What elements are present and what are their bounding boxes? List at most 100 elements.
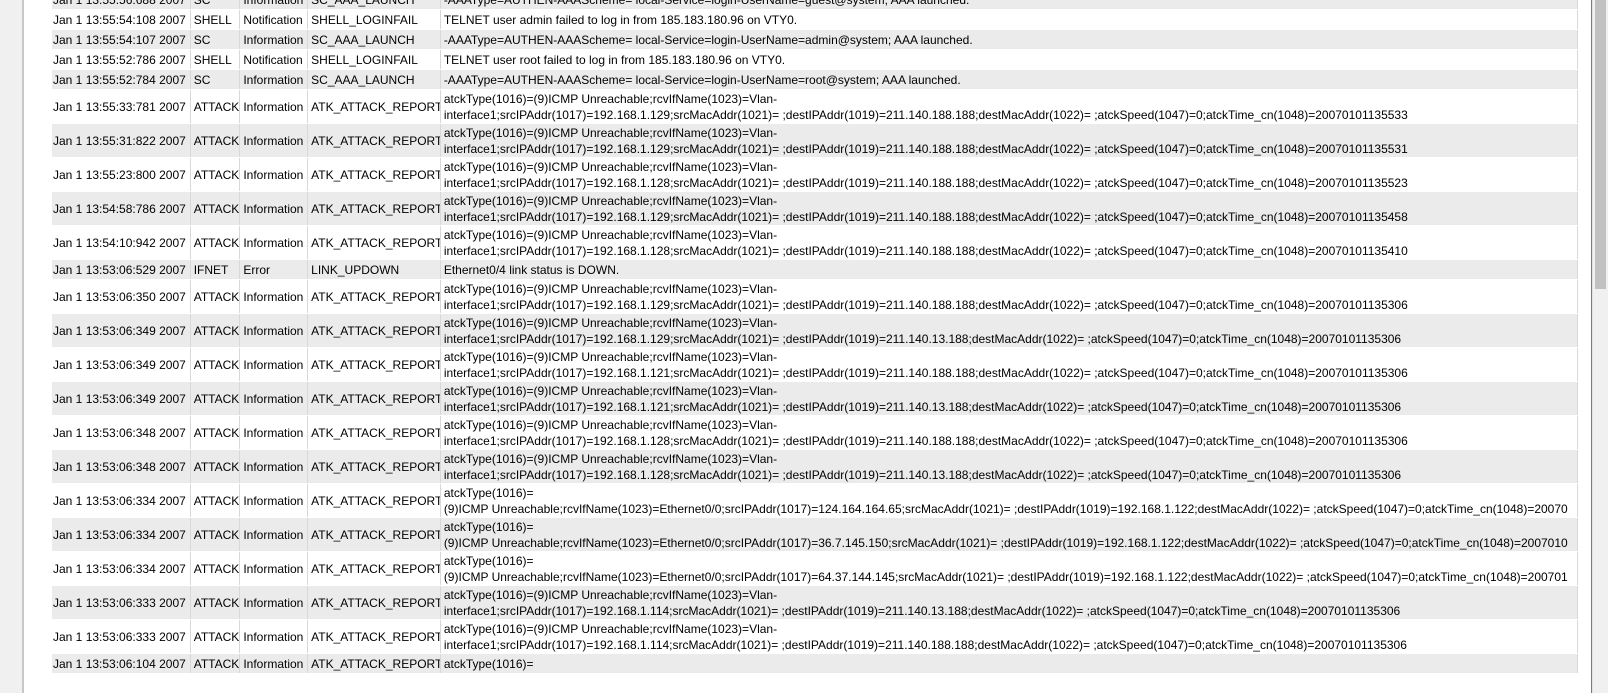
table-row[interactable]: Jan 1 13:53:06:349 2007 ATTACK Informati… bbox=[52, 313, 1579, 348]
table-row[interactable]: Jan 1 13:55:52:786 2007 SHELL Notificati… bbox=[52, 49, 1579, 70]
scrollbar-thumb[interactable] bbox=[1595, 0, 1606, 289]
table-row[interactable]: Jan 1 13:53:06:334 2007 ATTACK Informati… bbox=[52, 483, 1579, 518]
table-row[interactable]: Jan 1 13:55:33:781 2007 ATTACK Informati… bbox=[52, 89, 1579, 124]
message-line: atckType(1016)= bbox=[443, 485, 534, 500]
time-cell: Jan 1 13:53:06:348 2007 bbox=[52, 449, 191, 484]
table-row[interactable]: Jan 1 13:55:31:822 2007 ATTACK Informati… bbox=[52, 123, 1579, 158]
level-cell: Information bbox=[239, 191, 309, 226]
message-line: interface1;srcIPAddr(1017)=192.168.1.128… bbox=[443, 433, 1408, 448]
time-cell: Jan 1 13:53:06:349 2007 bbox=[52, 347, 191, 382]
table-row[interactable]: Jan 1 13:53:06:349 2007 ATTACK Informati… bbox=[52, 381, 1579, 416]
type-cell: SC_AAA_LAUNCH bbox=[307, 0, 441, 10]
message-line: -AAAType=AUTHEN-AAAScheme= local-Service… bbox=[443, 32, 973, 47]
message-cell: -AAAType=AUTHEN-AAAScheme= local-Service… bbox=[440, 69, 1579, 90]
table-row[interactable]: Jan 1 13:53:06:104 2007 ATTACK Informati… bbox=[52, 653, 1579, 674]
table-row[interactable]: Jan 1 13:54:10:942 2007 ATTACK Informati… bbox=[52, 225, 1579, 260]
table-row[interactable]: Jan 1 13:55:54:108 2007 SHELL Notificati… bbox=[52, 9, 1579, 30]
module-cell: ATTACK bbox=[190, 313, 241, 348]
message-line: atckType(1016)=(9)ICMP Unreachable;rcvIf… bbox=[443, 587, 778, 602]
table-row[interactable]: Jan 1 13:53:06:334 2007 ATTACK Informati… bbox=[52, 551, 1579, 586]
message-line: atckType(1016)=(9)ICMP Unreachable;rcvIf… bbox=[443, 417, 778, 432]
time-cell: Jan 1 13:53:06:348 2007 bbox=[52, 415, 191, 450]
time-cell: Jan 1 13:53:06:104 2007 bbox=[52, 653, 191, 674]
vertical-scrollbar[interactable] bbox=[1592, 0, 1608, 693]
message-line: interface1;srcIPAddr(1017)=192.168.1.129… bbox=[443, 107, 1408, 122]
table-row[interactable]: Jan 1 13:53:06:529 2007 IFNET Error LINK… bbox=[52, 259, 1579, 280]
type-cell: ATK_ATTACK_REPORT bbox=[307, 157, 441, 192]
table-row[interactable]: Jan 1 13:55:23:800 2007 ATTACK Informati… bbox=[52, 157, 1579, 192]
time-cell: Jan 1 13:55:23:800 2007 bbox=[52, 157, 191, 192]
type-cell: SHELL_LOGINFAIL bbox=[307, 9, 441, 30]
type-cell: ATK_ATTACK_REPORT bbox=[307, 653, 441, 674]
time-cell: Jan 1 13:54:58:786 2007 bbox=[52, 191, 191, 226]
time-cell: Jan 1 13:55:54:107 2007 bbox=[52, 29, 191, 50]
module-cell: ATTACK bbox=[190, 225, 241, 260]
module-cell: SHELL bbox=[190, 9, 241, 30]
message-line: (9)ICMP Unreachable;rcvIfName(1023)=Ethe… bbox=[443, 569, 1568, 584]
log-table: Jan 1 13:55:56:688 2007 SC Information S… bbox=[52, 0, 1579, 674]
module-cell: SC bbox=[190, 29, 241, 50]
table-row[interactable]: Jan 1 13:53:06:333 2007 ATTACK Informati… bbox=[52, 585, 1579, 620]
type-cell: SC_AAA_LAUNCH bbox=[307, 69, 441, 90]
message-line: interface1;srcIPAddr(1017)=192.168.1.114… bbox=[443, 637, 1407, 652]
table-row[interactable]: Jan 1 13:55:56:688 2007 SC Information S… bbox=[52, 0, 1579, 10]
message-line: (9)ICMP Unreachable;rcvIfName(1023)=Ethe… bbox=[443, 535, 1568, 550]
type-cell: ATK_ATTACK_REPORT bbox=[307, 191, 441, 226]
level-cell: Information bbox=[239, 225, 309, 260]
message-line: -AAAType=AUTHEN-AAAScheme= local-Service… bbox=[443, 72, 961, 87]
table-row[interactable]: Jan 1 13:53:06:348 2007 ATTACK Informati… bbox=[52, 415, 1579, 450]
time-cell: Jan 1 13:53:06:349 2007 bbox=[52, 313, 191, 348]
message-cell: atckType(1016)=(9)ICMP Unreachable;rcvIf… bbox=[440, 279, 1579, 314]
table-row[interactable]: Jan 1 13:55:54:107 2007 SC Information S… bbox=[52, 29, 1579, 50]
level-cell: Information bbox=[239, 381, 309, 416]
type-cell: ATK_ATTACK_REPORT bbox=[307, 313, 441, 348]
type-cell: ATK_ATTACK_REPORT bbox=[307, 585, 441, 620]
level-cell: Information bbox=[239, 89, 309, 124]
module-cell: ATTACK bbox=[190, 449, 241, 484]
level-cell: Information bbox=[239, 347, 309, 382]
time-cell: Jan 1 13:53:06:333 2007 bbox=[52, 619, 191, 654]
table-row[interactable]: Jan 1 13:53:06:349 2007 ATTACK Informati… bbox=[52, 347, 1579, 382]
time-cell: Jan 1 13:55:31:822 2007 bbox=[52, 123, 191, 158]
type-cell: ATK_ATTACK_REPORT bbox=[307, 517, 441, 552]
message-line: atckType(1016)= bbox=[443, 553, 534, 568]
table-row[interactable]: Jan 1 13:53:06:333 2007 ATTACK Informati… bbox=[52, 619, 1579, 654]
module-cell: ATTACK bbox=[190, 517, 241, 552]
table-row[interactable]: Jan 1 13:53:06:334 2007 ATTACK Informati… bbox=[52, 517, 1579, 552]
message-cell: atckType(1016)=(9)ICMP Unreachable;rcvIf… bbox=[440, 313, 1579, 348]
message-cell: atckType(1016)=(9)ICMP Unreachable;rcvIf… bbox=[440, 415, 1579, 450]
module-cell: ATTACK bbox=[190, 191, 241, 226]
message-cell: atckType(1016)=(9)ICMP Unreachable;rcvIf… bbox=[440, 157, 1579, 192]
time-cell: Jan 1 13:55:33:781 2007 bbox=[52, 89, 191, 124]
table-row[interactable]: Jan 1 13:53:06:348 2007 ATTACK Informati… bbox=[52, 449, 1579, 484]
time-cell: Jan 1 13:53:06:333 2007 bbox=[52, 585, 191, 620]
left-gutter bbox=[0, 0, 22, 693]
level-cell: Information bbox=[239, 619, 309, 654]
module-cell: ATTACK bbox=[190, 619, 241, 654]
message-line: atckType(1016)=(9)ICMP Unreachable;rcvIf… bbox=[443, 349, 778, 364]
message-cell: atckType(1016)=(9)ICMP Unreachable;rcvIf… bbox=[440, 123, 1579, 158]
level-cell: Information bbox=[239, 123, 309, 158]
time-cell: Jan 1 13:55:54:108 2007 bbox=[52, 9, 191, 30]
module-cell: ATTACK bbox=[190, 279, 241, 314]
type-cell: ATK_ATTACK_REPORT bbox=[307, 449, 441, 484]
module-cell: ATTACK bbox=[190, 585, 241, 620]
log-panel: Jan 1 13:55:56:688 2007 SC Information S… bbox=[24, 0, 1608, 693]
level-cell: Information bbox=[239, 653, 309, 674]
module-cell: IFNET bbox=[190, 259, 241, 280]
table-row[interactable]: Jan 1 13:54:58:786 2007 ATTACK Informati… bbox=[52, 191, 1579, 226]
message-line: interface1;srcIPAddr(1017)=192.168.1.129… bbox=[443, 209, 1408, 224]
message-line: atckType(1016)=(9)ICMP Unreachable;rcvIf… bbox=[443, 227, 778, 242]
type-cell: ATK_ATTACK_REPORT bbox=[307, 551, 441, 586]
table-row[interactable]: Jan 1 13:53:06:350 2007 ATTACK Informati… bbox=[52, 279, 1579, 314]
table-row[interactable]: Jan 1 13:55:52:784 2007 SC Information S… bbox=[52, 69, 1579, 90]
message-line: interface1;srcIPAddr(1017)=192.168.1.128… bbox=[443, 467, 1402, 482]
message-line: atckType(1016)=(9)ICMP Unreachable;rcvIf… bbox=[443, 451, 778, 466]
message-line: atckType(1016)=(9)ICMP Unreachable;rcvIf… bbox=[443, 315, 778, 330]
level-cell: Information bbox=[239, 551, 309, 586]
message-cell: atckType(1016)=(9)ICMP Unreachable;rcvIf… bbox=[440, 225, 1579, 260]
time-cell: Jan 1 13:53:06:334 2007 bbox=[52, 483, 191, 518]
level-cell: Information bbox=[239, 449, 309, 484]
level-cell: Information bbox=[239, 29, 309, 50]
message-cell: atckType(1016)=(9)ICMP Unreachable;rcvIf… bbox=[440, 517, 1579, 552]
